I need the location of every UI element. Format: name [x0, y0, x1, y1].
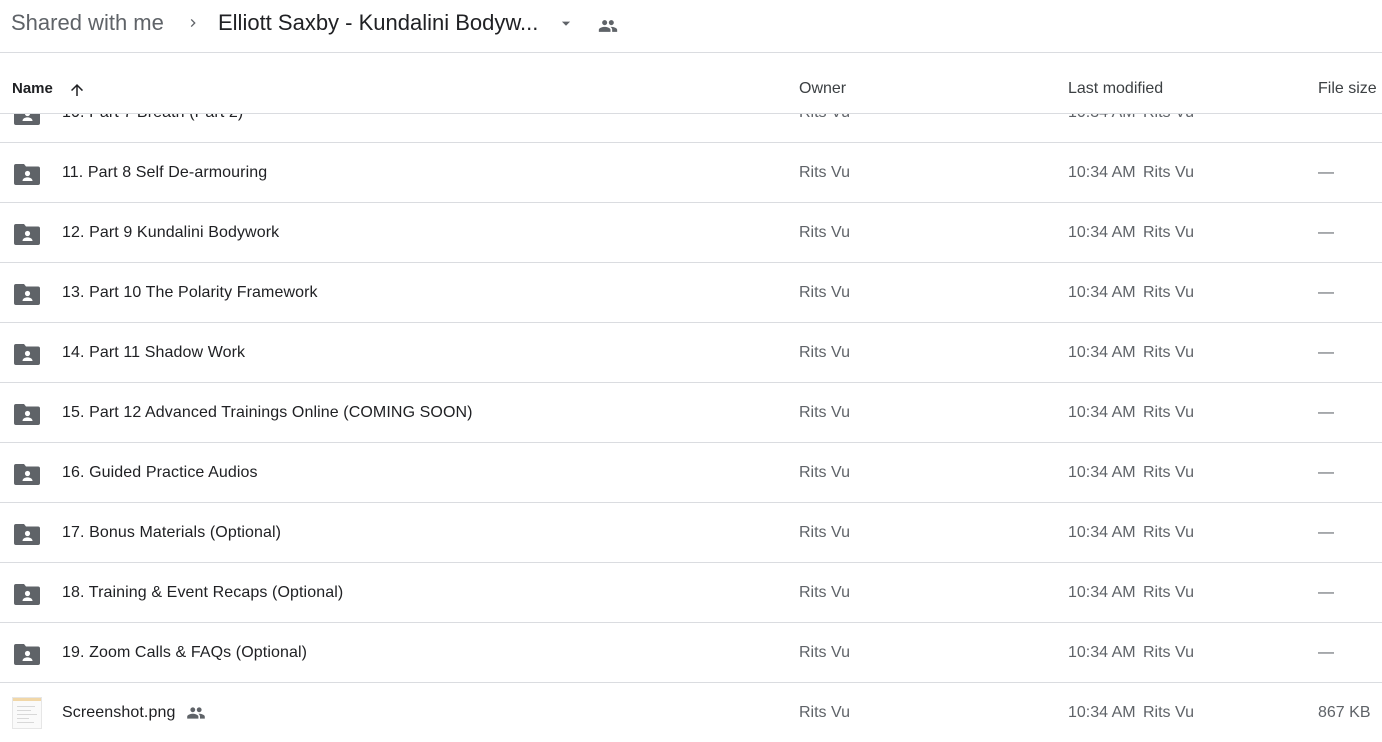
file-size: —	[1318, 164, 1334, 181]
shared-folder-icon	[14, 404, 40, 425]
list-item[interactable]: 12. Part 9 Kundalini Bodywork Rits Vu 10…	[0, 203, 1382, 263]
shared-folder-icon	[14, 524, 40, 545]
file-size: —	[1318, 224, 1334, 241]
people-icon	[187, 707, 205, 719]
file-owner: Rits Vu	[799, 164, 850, 181]
file-size: 867 KB	[1318, 704, 1371, 721]
file-modified-time: 10:34 AM	[1068, 464, 1136, 481]
file-name[interactable]: 12. Part 9 Kundalini Bodywork	[62, 224, 279, 242]
breadcrumb: Shared with me Elliott Saxby - Kundalini…	[0, 0, 1382, 53]
file-modified-by: Rits Vu	[1143, 344, 1194, 361]
people-icon[interactable]	[596, 16, 620, 36]
file-size: —	[1318, 284, 1334, 301]
shared-folder-icon	[14, 114, 40, 125]
file-modified-by: Rits Vu	[1143, 164, 1194, 181]
shared-folder-icon	[14, 464, 40, 485]
file-name[interactable]: 16. Guided Practice Audios	[62, 464, 258, 482]
list-item[interactable]: 14. Part 11 Shadow Work Rits Vu 10:34 AM…	[0, 323, 1382, 383]
shared-folder-icon	[14, 284, 40, 305]
file-modified-by: Rits Vu	[1143, 524, 1194, 541]
file-owner: Rits Vu	[799, 464, 850, 481]
arrow-upward-icon[interactable]	[68, 81, 86, 99]
file-modified-by: Rits Vu	[1143, 284, 1194, 301]
file-name[interactable]: 14. Part 11 Shadow Work	[62, 344, 245, 362]
file-modified-time: 10:34 AM	[1068, 584, 1136, 601]
shared-folder-icon	[14, 644, 40, 665]
list-item[interactable]: 15. Part 12 Advanced Trainings Online (C…	[0, 383, 1382, 443]
file-size: —	[1318, 644, 1334, 661]
file-owner: Rits Vu	[799, 584, 850, 601]
file-modified-time: 10:34 AM	[1068, 164, 1136, 181]
file-owner: Rits Vu	[799, 524, 850, 541]
file-modified-time: 10:34 AM	[1068, 284, 1136, 301]
list-item[interactable]: 11. Part 8 Self De-armouring Rits Vu 10:…	[0, 143, 1382, 203]
image-thumbnail	[12, 697, 42, 729]
file-owner: Rits Vu	[799, 284, 850, 301]
list-item[interactable]: 13. Part 10 The Polarity Framework Rits …	[0, 263, 1382, 323]
file-name[interactable]: 11. Part 8 Self De-armouring	[62, 164, 267, 182]
chevron-right-icon	[190, 19, 196, 27]
file-size: —	[1318, 524, 1334, 541]
list-item[interactable]: 10. Part 7 Breath (Part 2) Rits Vu 10:34…	[0, 114, 1382, 143]
file-name[interactable]: 19. Zoom Calls & FAQs (Optional)	[62, 644, 307, 662]
file-modified-time: 10:34 AM	[1068, 224, 1136, 241]
file-modified-by: Rits Vu	[1143, 114, 1194, 122]
file-modified-by: Rits Vu	[1143, 584, 1194, 601]
file-modified-time: 10:34 AM	[1068, 344, 1136, 361]
file-owner: Rits Vu	[799, 704, 850, 721]
file-modified-by: Rits Vu	[1143, 704, 1194, 721]
arrow-drop-down-icon[interactable]	[558, 17, 574, 31]
file-name[interactable]: 15. Part 12 Advanced Trainings Online (C…	[62, 404, 473, 422]
file-name[interactable]: 18. Training & Event Recaps (Optional)	[62, 584, 343, 602]
file-size: —	[1318, 464, 1334, 481]
column-header-name[interactable]: Name	[12, 80, 53, 97]
column-header-owner[interactable]: Owner	[799, 80, 846, 98]
column-header-last-modified[interactable]: Last modified	[1068, 80, 1163, 98]
file-owner: Rits Vu	[799, 224, 850, 241]
file-size: —	[1318, 404, 1334, 421]
column-header-file-size[interactable]: File size	[1318, 80, 1377, 98]
file-name[interactable]: Screenshot.png	[62, 704, 175, 722]
file-modified-time: 10:34 AM	[1068, 404, 1136, 421]
column-header-row: Name Owner Last modified File size	[0, 53, 1382, 114]
file-owner: Rits Vu	[799, 114, 850, 122]
list-item[interactable]: 16. Guided Practice Audios Rits Vu 10:34…	[0, 443, 1382, 503]
list-item[interactable]: 17. Bonus Materials (Optional) Rits Vu 1…	[0, 503, 1382, 563]
file-owner: Rits Vu	[799, 644, 850, 661]
list-item[interactable]: Screenshot.png Rits Vu 10:34 AM Rits Vu …	[0, 683, 1382, 742]
file-modified-by: Rits Vu	[1143, 464, 1194, 481]
file-owner: Rits Vu	[799, 344, 850, 361]
breadcrumb-current-folder[interactable]: Elliott Saxby - Kundalini Bodyw...	[218, 10, 538, 36]
list-item[interactable]: 18. Training & Event Recaps (Optional) R…	[0, 563, 1382, 623]
file-modified-by: Rits Vu	[1143, 644, 1194, 661]
file-size: —	[1318, 344, 1334, 361]
file-size: —	[1318, 584, 1334, 601]
file-owner: Rits Vu	[799, 404, 850, 421]
file-modified-time: 10:34 AM	[1068, 704, 1136, 721]
file-modified-by: Rits Vu	[1143, 224, 1194, 241]
shared-folder-icon	[14, 164, 40, 185]
file-name[interactable]: 10. Part 7 Breath (Part 2)	[62, 114, 243, 122]
shared-folder-icon	[14, 224, 40, 245]
file-name[interactable]: 13. Part 10 The Polarity Framework	[62, 284, 318, 302]
shared-folder-icon	[14, 584, 40, 605]
breadcrumb-shared-with-me[interactable]: Shared with me	[11, 10, 164, 36]
file-modified-time: 10:34 AM	[1068, 644, 1136, 661]
file-list: 10. Part 7 Breath (Part 2) Rits Vu 10:34…	[0, 114, 1382, 742]
shared-folder-icon	[14, 344, 40, 365]
file-name[interactable]: 17. Bonus Materials (Optional)	[62, 524, 281, 542]
list-item[interactable]: 19. Zoom Calls & FAQs (Optional) Rits Vu…	[0, 623, 1382, 683]
file-size: —	[1318, 114, 1334, 122]
file-modified-time: 10:34 AM	[1068, 114, 1136, 122]
file-modified-time: 10:34 AM	[1068, 524, 1136, 541]
file-modified-by: Rits Vu	[1143, 404, 1194, 421]
